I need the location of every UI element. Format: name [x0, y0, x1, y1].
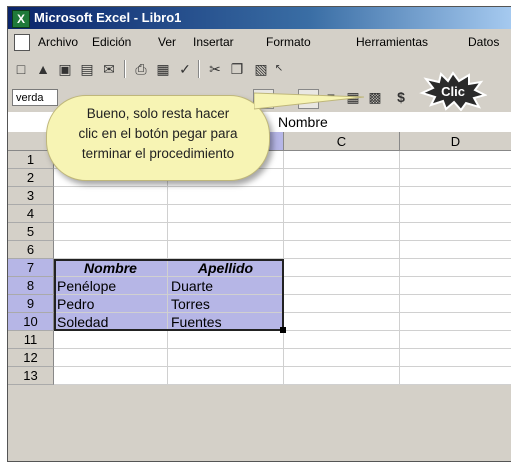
- title-bar: X Microsoft Excel - Libro1: [8, 7, 511, 29]
- cursor-pointer-icon: ↖: [274, 63, 284, 74]
- formula-content: Nombre: [278, 114, 328, 130]
- grid-cell[interactable]: [400, 295, 511, 313]
- menu-ver[interactable]: Ver: [158, 35, 176, 49]
- grid-cell[interactable]: [400, 367, 511, 385]
- grid-cell[interactable]: [168, 187, 284, 205]
- column-header-c[interactable]: C: [284, 132, 400, 151]
- table-cell[interactable]: Penélope: [54, 277, 168, 295]
- grid-cell[interactable]: [54, 187, 168, 205]
- tooltip-line-2: clic en el botón pegar para: [78, 126, 238, 141]
- grid-cell[interactable]: [168, 205, 284, 223]
- grid-cell[interactable]: [168, 349, 284, 367]
- row-header[interactable]: 6: [8, 241, 54, 259]
- email-icon[interactable]: ✉: [100, 61, 118, 77]
- grid-cell[interactable]: [400, 169, 511, 187]
- grid-cell[interactable]: [284, 151, 400, 169]
- table-cell[interactable]: Torres: [168, 295, 284, 313]
- copy-icon[interactable]: ❐: [228, 61, 246, 77]
- save-icon[interactable]: ▣: [56, 61, 74, 77]
- grid-cell[interactable]: [400, 277, 511, 295]
- document-icon[interactable]: [14, 34, 30, 51]
- row-header[interactable]: 3: [8, 187, 54, 205]
- tooltip-pointer: [254, 92, 365, 110]
- menu-datos[interactable]: Datos: [468, 35, 499, 49]
- excel-app-icon[interactable]: X: [12, 10, 30, 28]
- grid-cell[interactable]: [400, 187, 511, 205]
- table-cell[interactable]: Pedro: [54, 295, 168, 313]
- tooltip-line-3: terminar el procedimiento: [81, 146, 235, 161]
- table-cell[interactable]: Duarte: [168, 277, 284, 295]
- menu-formato[interactable]: Formato: [266, 35, 311, 49]
- grid-cell[interactable]: [54, 223, 168, 241]
- tooltip-line-1: Bueno, solo resta hacer: [86, 106, 230, 121]
- grid-cell[interactable]: [284, 295, 400, 313]
- currency-button[interactable]: $: [392, 89, 410, 105]
- grid-cell[interactable]: [284, 187, 400, 205]
- menu-bar: Archivo Edición Ver Insertar Formato Her…: [8, 29, 511, 55]
- grid-cell[interactable]: [284, 277, 400, 295]
- grid-cell[interactable]: [400, 331, 511, 349]
- grid-cell[interactable]: [284, 169, 400, 187]
- grid-cell[interactable]: [284, 367, 400, 385]
- permission-icon[interactable]: ▤: [78, 61, 96, 77]
- grid-cell[interactable]: [54, 367, 168, 385]
- clic-label: Clic: [441, 84, 465, 99]
- table-header-cell[interactable]: Apellido: [168, 259, 284, 277]
- paste-icon[interactable]: ▧: [252, 61, 270, 77]
- grid-cell[interactable]: [400, 241, 511, 259]
- grid-cell[interactable]: [168, 367, 284, 385]
- grid-cell[interactable]: [168, 331, 284, 349]
- table-cell[interactable]: Fuentes: [168, 313, 284, 331]
- table-header-cell[interactable]: Nombre: [54, 259, 168, 277]
- grid-cell[interactable]: [54, 205, 168, 223]
- row-header[interactable]: 13: [8, 367, 54, 385]
- print-icon[interactable]: ⎙: [132, 61, 150, 77]
- grid-cell[interactable]: [284, 349, 400, 367]
- window-title: Microsoft Excel - Libro1: [34, 10, 182, 25]
- new-icon[interactable]: □: [12, 61, 30, 77]
- font-name-select[interactable]: verda: [12, 89, 58, 106]
- grid-cell[interactable]: [400, 151, 511, 169]
- fill-handle[interactable]: [280, 327, 286, 333]
- grid-cell[interactable]: [168, 223, 284, 241]
- menu-edicion[interactable]: Edición: [92, 35, 131, 49]
- grid-cell[interactable]: [400, 223, 511, 241]
- print-preview-icon[interactable]: ▦: [154, 61, 172, 77]
- grid-cell[interactable]: [284, 223, 400, 241]
- grid-cell[interactable]: [284, 205, 400, 223]
- row-header[interactable]: 10: [8, 313, 54, 331]
- grid-cell[interactable]: [284, 331, 400, 349]
- menu-herramientas[interactable]: Herramientas: [356, 35, 428, 49]
- instruction-tooltip: Bueno, solo resta hacer clic en el botón…: [46, 95, 270, 181]
- grid-cell[interactable]: [54, 241, 168, 259]
- row-header[interactable]: 8: [8, 277, 54, 295]
- grid-cell[interactable]: [400, 349, 511, 367]
- grid-cell[interactable]: [168, 241, 284, 259]
- row-header[interactable]: 5: [8, 223, 54, 241]
- table-cell[interactable]: Soledad: [54, 313, 168, 331]
- grid-cell[interactable]: [284, 241, 400, 259]
- row-header[interactable]: 11: [8, 331, 54, 349]
- clic-burst-icon: Clic: [419, 71, 487, 111]
- column-header-d[interactable]: D: [400, 132, 511, 151]
- open-icon[interactable]: ▲: [34, 61, 52, 77]
- row-header[interactable]: 12: [8, 349, 54, 367]
- row-header[interactable]: 7: [8, 259, 54, 277]
- menu-insertar[interactable]: Insertar: [193, 35, 234, 49]
- row-header[interactable]: 4: [8, 205, 54, 223]
- menu-archivo[interactable]: Archivo: [38, 35, 78, 49]
- grid-cell[interactable]: [400, 259, 511, 277]
- excel-window: X Microsoft Excel - Libro1 Archivo Edici…: [7, 6, 511, 462]
- grid-cell[interactable]: [54, 331, 168, 349]
- row-header[interactable]: 2: [8, 169, 54, 187]
- row-header[interactable]: 9: [8, 295, 54, 313]
- grid-cell[interactable]: [400, 205, 511, 223]
- spelling-icon[interactable]: ✓: [176, 61, 194, 77]
- cut-icon[interactable]: ✂: [206, 61, 224, 77]
- grid-cell[interactable]: [54, 349, 168, 367]
- grid-cell[interactable]: [284, 313, 400, 331]
- grid-cell[interactable]: [284, 259, 400, 277]
- grid-cell[interactable]: [400, 313, 511, 331]
